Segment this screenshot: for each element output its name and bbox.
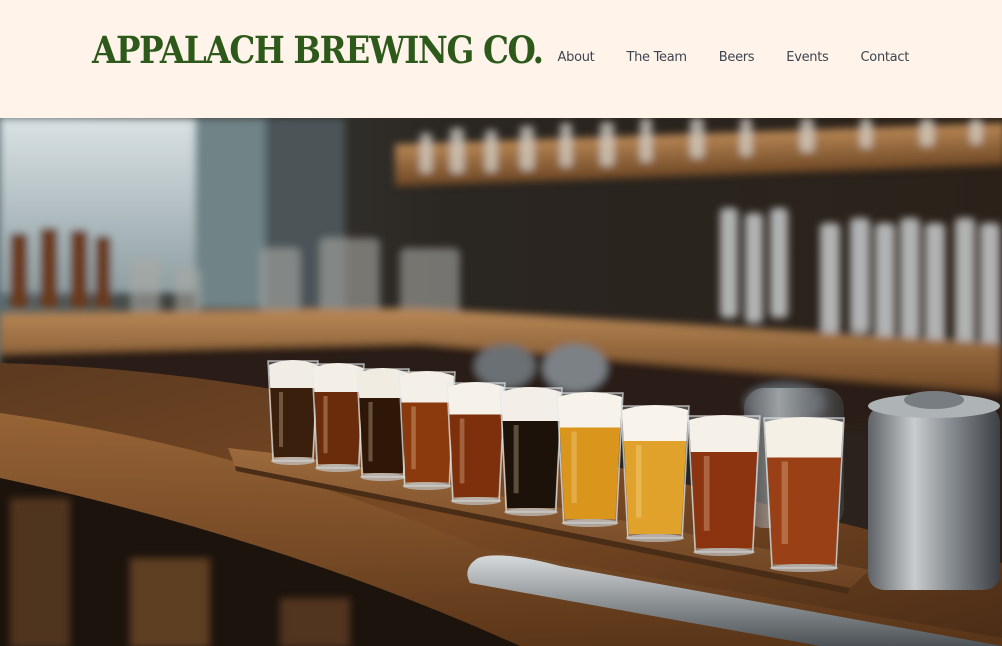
beer-glass: [556, 392, 624, 527]
glass-highlight: [635, 445, 642, 518]
glass-highlight: [513, 425, 519, 494]
beer-glass: [311, 363, 365, 472]
hero-image: [0, 118, 1002, 646]
beer-liquid: [502, 419, 560, 508]
beer-foam: [622, 405, 688, 441]
glass-highlight: [781, 461, 788, 544]
glass-highlight: [459, 418, 465, 484]
glass-highlight: [411, 406, 416, 470]
beer-liquid: [270, 386, 316, 457]
beer-glass: [763, 417, 845, 572]
beer-liquid: [623, 439, 687, 534]
beer-foam: [400, 371, 454, 403]
nav-link-events[interactable]: Events: [786, 50, 829, 65]
glass-base: [693, 548, 755, 556]
beer-liquid: [359, 396, 407, 473]
glass-base: [770, 564, 838, 572]
beer-foam: [269, 360, 317, 388]
beer-liquid: [767, 455, 841, 564]
beer-foam: [765, 417, 843, 458]
glass-highlight: [279, 392, 283, 447]
beer-foam: [448, 382, 504, 415]
glass-base: [271, 457, 315, 465]
glass-base: [561, 519, 619, 527]
glass-highlight: [323, 396, 328, 454]
beer-liquid: [401, 400, 453, 482]
beer-liquid: [314, 390, 362, 464]
beer-glass: [499, 387, 563, 516]
hero-bar-scene: [0, 118, 1002, 646]
glass-highlight: [368, 402, 373, 462]
glass-highlight: [571, 431, 577, 503]
beer-glass: [267, 360, 319, 465]
beer-foam: [558, 392, 622, 428]
nav-link-contact[interactable]: Contact: [861, 50, 910, 65]
nav-link-about[interactable]: About: [558, 50, 595, 65]
beer-liquid: [449, 412, 503, 497]
nav-link-beers[interactable]: Beers: [719, 50, 755, 65]
beer-liquid: [690, 450, 758, 548]
beer-foam: [689, 415, 759, 452]
site-header: APPALACH BREWING CO. About The Team Beer…: [0, 0, 1002, 118]
beer-liquid: [559, 425, 621, 519]
beer-foam: [501, 387, 561, 421]
beer-glass: [687, 415, 761, 556]
glass-base: [504, 508, 558, 516]
glass-base: [315, 464, 361, 472]
main-nav: About The Team Beers Events Contact: [558, 50, 910, 65]
nav-link-the-team[interactable]: The Team: [626, 50, 687, 65]
glass-base: [360, 473, 406, 481]
glass-highlight: [703, 456, 710, 531]
glass-base: [402, 482, 452, 490]
beer-glass: [446, 382, 506, 505]
brand-logo[interactable]: APPALACH BREWING CO.: [92, 30, 544, 71]
beer-glass: [620, 405, 690, 542]
glass-base: [625, 534, 685, 542]
glass-base: [450, 497, 502, 505]
beer-foam: [313, 363, 363, 392]
